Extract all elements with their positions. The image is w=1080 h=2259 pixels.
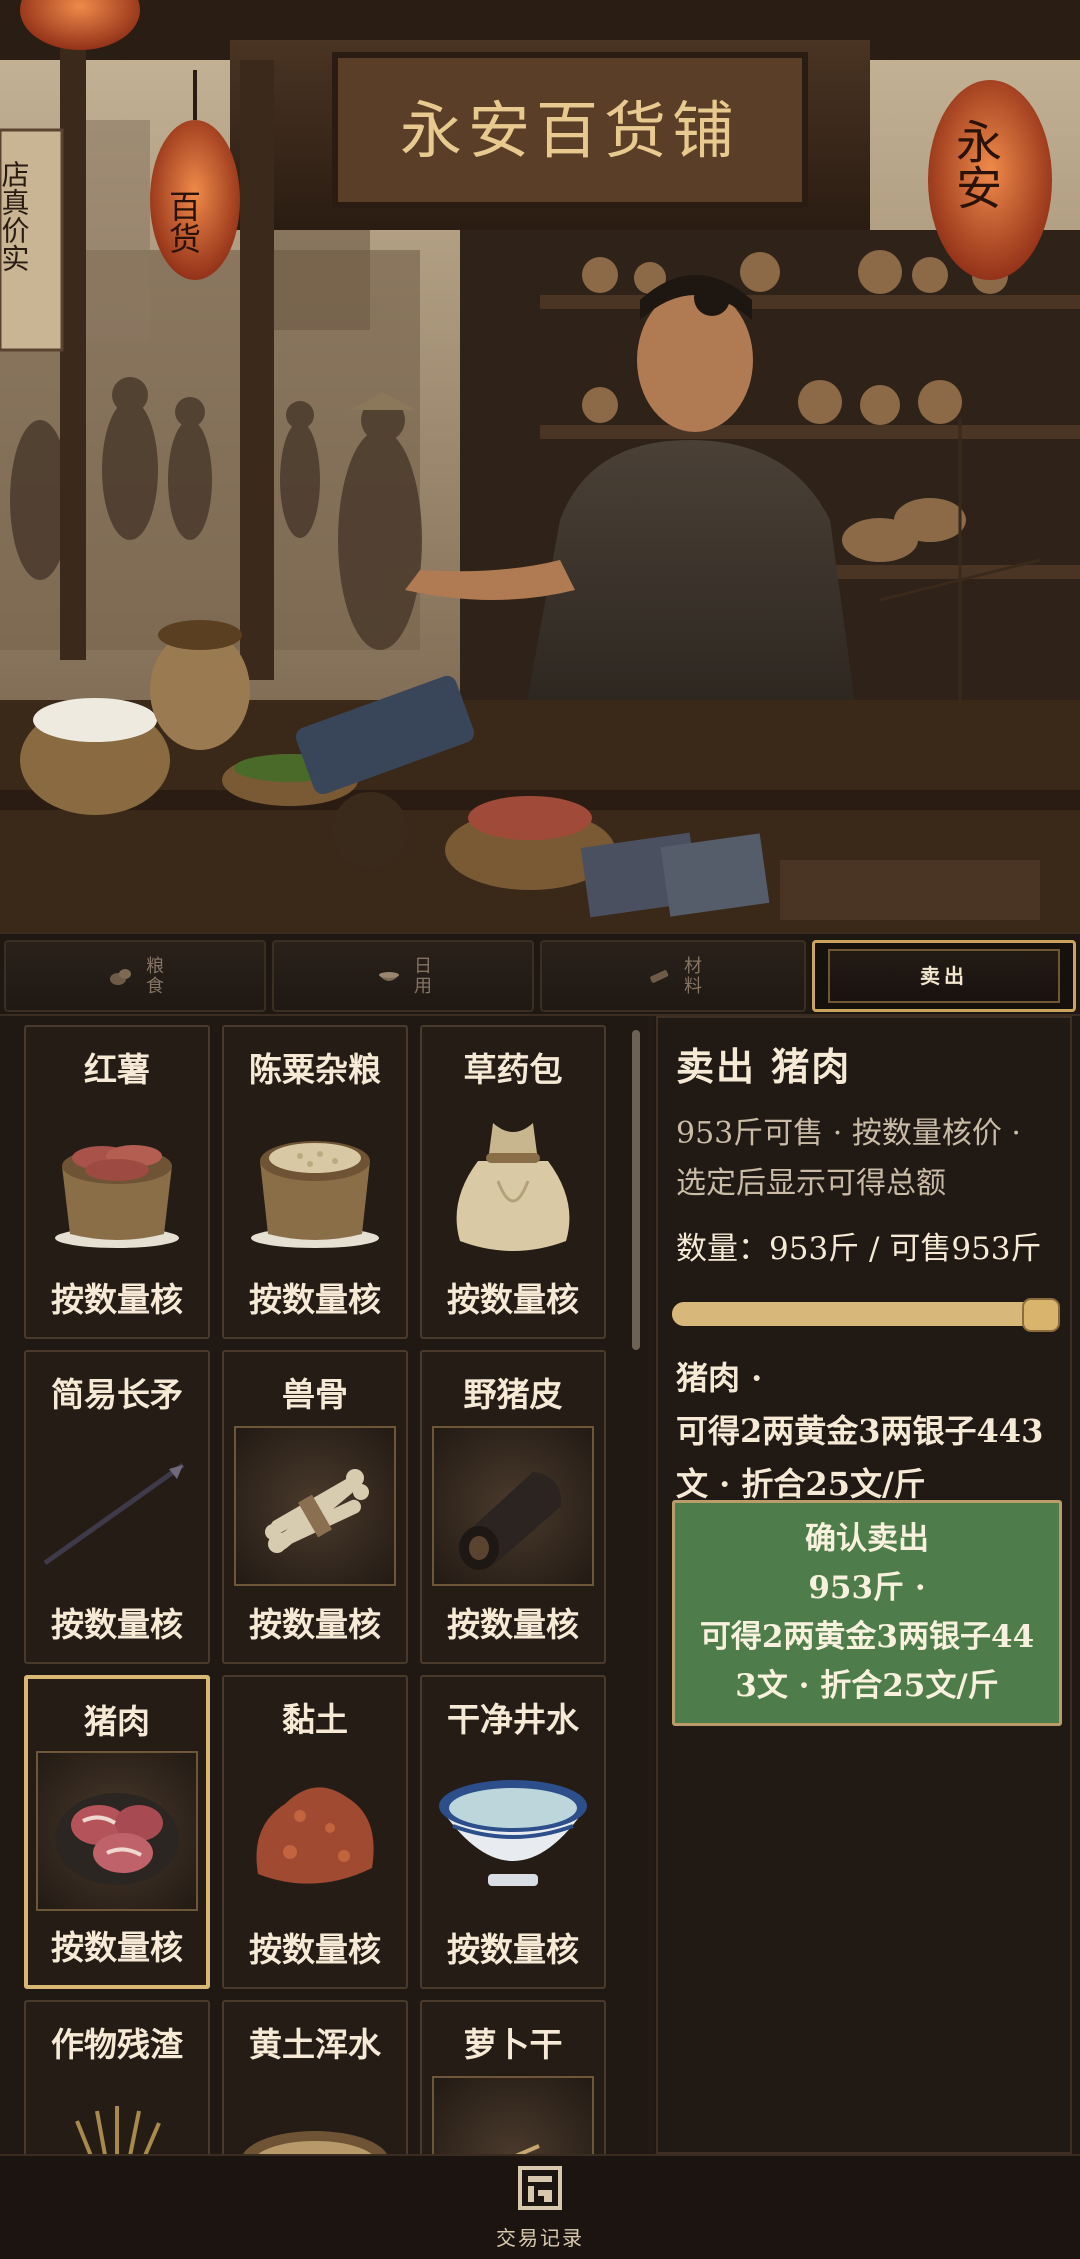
item-price: 按数量核: [249, 1280, 381, 1319]
sell-result-line-1: 猪肉 ·: [676, 1359, 763, 1397]
material-icon: [650, 970, 669, 983]
bottom-bar: 交易记录: [0, 2154, 1080, 2259]
category-tab-bar: 粮食 日用 材料 卖出: [0, 932, 1080, 1016]
trade-log-label: 交易记录: [496, 2226, 584, 2250]
item-name: 红薯: [84, 1050, 150, 1089]
confirm-line-3: 可得2两黄金3两银子44: [699, 1619, 1035, 1655]
herb-bag-icon: [432, 1101, 594, 1261]
item-card-muddy-water[interactable]: 黄土浑水: [222, 2000, 408, 2154]
boar-hide-icon: [432, 1426, 594, 1586]
item-card-dried-radish[interactable]: 萝卜干: [420, 2000, 606, 2154]
item-name: 陈粟杂粮: [249, 1050, 381, 1089]
sell-desc-line-2: 选定后显示可得总额: [676, 1166, 946, 1201]
quantity-slider[interactable]: [672, 1298, 1060, 1332]
item-name: 猪肉: [84, 1702, 150, 1741]
item-price: 按数量核: [51, 1928, 183, 1967]
item-price: 按数量核: [249, 1930, 381, 1969]
item-card-bone[interactable]: 兽骨 按数量核: [222, 1350, 408, 1664]
sell-details-box: 卖出 猪肉 953斤可售 · 按数量核价 · 选定后显示可得总额 数量：953斤…: [656, 1016, 1072, 2154]
tab-material[interactable]: 材料: [540, 940, 806, 1012]
item-name: 黄土浑水: [249, 2025, 381, 2064]
item-card-boar-hide[interactable]: 野猪皮 按数量核: [420, 1350, 606, 1664]
quantity-slider-handle[interactable]: [1022, 1298, 1060, 1332]
item-name: 草药包: [463, 1050, 563, 1089]
item-price: 按数量核: [447, 1605, 579, 1644]
item-card-pork[interactable]: 猪肉 按数量核: [24, 1675, 210, 1989]
tab-daily-label: 日用: [411, 956, 432, 996]
confirm-line-2: 953斤 ·: [808, 1570, 926, 1606]
sweet-potato-icon: [36, 1101, 198, 1261]
spear-icon: [36, 1426, 198, 1586]
sell-panel: 卖出 猪肉 953斤可售 · 按数量核价 · 选定后显示可得总额 数量：953斤…: [654, 1016, 1080, 2154]
grid-scrollbar[interactable]: [632, 1030, 640, 1350]
tab-sell-label: 卖出: [920, 964, 968, 988]
item-price: 按数量核: [447, 1930, 579, 1969]
item-grid: 红薯 按数量核 陈粟杂粮 按数量核 草药包 按数量核 简易长矛 按数量核 兽骨 …: [0, 1016, 648, 2154]
confirm-line-4: 3文 · 折合25文/斤: [735, 1668, 999, 1704]
sell-result-line-2: 可得2两黄金3两银子443: [676, 1412, 1044, 1450]
bowl-icon: [379, 972, 399, 981]
banner-left-text: 店真价实: [0, 160, 31, 272]
item-name: 野猪皮: [463, 1375, 563, 1414]
quantity-slider-fill: [672, 1302, 1058, 1326]
item-price: 按数量核: [51, 1280, 183, 1319]
straw-icon: [36, 2076, 198, 2154]
tab-sell-inner: 卖出: [828, 949, 1060, 1003]
trade-log-button[interactable]: 交易记录: [480, 2164, 600, 2254]
item-name: 兽骨: [282, 1375, 348, 1414]
tab-grain[interactable]: 粮食: [4, 940, 266, 1012]
tab-sell[interactable]: 卖出: [812, 940, 1076, 1012]
item-card-well-water[interactable]: 干净井水 按数量核: [420, 1675, 606, 1989]
sell-result: 猪肉 · 可得2两黄金3两银子443 文 · 折合25文/斤: [676, 1352, 1056, 1511]
grain-icon: [110, 969, 131, 985]
item-price: 按数量核: [249, 1605, 381, 1644]
confirm-line-1: 确认卖出: [805, 1521, 929, 1557]
lantern-left-text: 百货: [164, 190, 202, 254]
item-card-sweet-potato[interactable]: 红薯 按数量核: [24, 1025, 210, 1339]
item-name: 简易长矛: [51, 1375, 183, 1414]
item-price: 按数量核: [51, 1605, 183, 1644]
grain-sack-icon: [234, 1101, 396, 1261]
pork-icon: [36, 1751, 198, 1911]
item-card-millet[interactable]: 陈粟杂粮 按数量核: [222, 1025, 408, 1339]
dried-radish-icon: [432, 2076, 594, 2154]
item-card-spear[interactable]: 简易长矛 按数量核: [24, 1350, 210, 1664]
shop-sign-text: 永安百货铺: [400, 94, 740, 167]
shop-scene-art: 永安百货铺 百货 永安 店真价实: [0, 0, 1080, 932]
item-card-crop-residue[interactable]: 作物残渣: [24, 2000, 210, 2154]
item-name: 干净井水: [447, 1700, 579, 1739]
clay-icon: [234, 1751, 396, 1911]
tab-grain-label: 粮食: [143, 956, 164, 996]
sell-desc-line-1: 953斤可售 · 按数量核价 ·: [676, 1116, 1021, 1151]
water-bowl-icon: [432, 1751, 594, 1911]
item-price: 按数量核: [447, 1280, 579, 1319]
sell-title: 卖出 猪肉: [676, 1044, 852, 1089]
sell-description: 953斤可售 · 按数量核价 · 选定后显示可得总额: [676, 1109, 1056, 1209]
tab-daily[interactable]: 日用: [272, 940, 534, 1012]
shop-scene: 永安百货铺 百货 永安 店真价实: [0, 0, 1080, 932]
item-name: 萝卜干: [463, 2025, 563, 2064]
item-name: 作物残渣: [51, 2025, 183, 2064]
item-name: 黏土: [282, 1700, 348, 1739]
confirm-sell-button[interactable]: 确认卖出 953斤 · 可得2两黄金3两银子44 3文 · 折合25文/斤: [672, 1500, 1062, 1726]
bone-icon: [234, 1426, 396, 1586]
tab-material-label: 材料: [681, 956, 702, 996]
lantern-right-text: 永安: [949, 118, 1003, 210]
item-card-clay[interactable]: 黏土 按数量核: [222, 1675, 408, 1989]
item-card-herb-bag[interactable]: 草药包 按数量核: [420, 1025, 606, 1339]
quantity-label: 数量：953斤 / 可售953斤: [676, 1231, 1042, 1267]
ledger-icon: [518, 2166, 562, 2210]
muddy-water-icon: [234, 2076, 396, 2154]
